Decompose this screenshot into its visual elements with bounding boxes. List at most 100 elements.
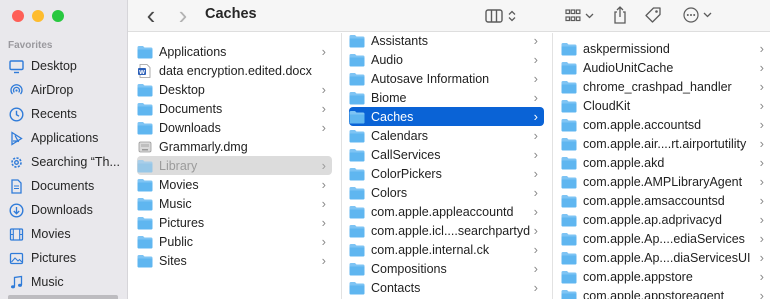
sidebar-item-airdrop[interactable]: AirDrop [0, 78, 127, 102]
item-label: Documents [159, 101, 223, 116]
folder-row[interactable]: com.apple.internal.ck › [349, 240, 544, 259]
folder-row[interactable]: Audio › [349, 50, 544, 69]
folder-row[interactable]: Pictures › [137, 213, 332, 232]
folder-icon [349, 91, 365, 105]
folder-row[interactable]: com.apple.ap.adprivacyd › [561, 210, 770, 229]
folder-row[interactable]: Contacts › [349, 278, 544, 297]
folder-icon [561, 61, 577, 75]
folder-row[interactable]: Library › [137, 156, 332, 175]
item-label: Desktop [159, 82, 205, 97]
sidebar-scroll-indicator[interactable] [8, 295, 118, 299]
share-button[interactable] [610, 5, 630, 25]
zoom-window-button[interactable] [52, 10, 64, 22]
folder-row[interactable]: com.apple.Ap....ediaServices › [561, 229, 770, 248]
folder-icon [137, 83, 153, 97]
folder-row[interactable]: Downloads › [137, 118, 332, 137]
folder-row[interactable]: AudioUnitCache › [561, 58, 770, 77]
sidebar-item-pictures[interactable]: Pictures [0, 246, 127, 270]
folder-row[interactable]: com.apple.icl....searchpartyd › [349, 221, 544, 240]
ellipsis-circle-icon [682, 7, 699, 23]
folder-row[interactable]: ColorPickers › [349, 164, 544, 183]
forward-button[interactable]: › [172, 2, 194, 28]
tags-button[interactable] [642, 5, 664, 25]
chevron-right-icon: › [321, 196, 326, 211]
folder-row[interactable]: com.apple.appleaccountd › [349, 202, 544, 221]
folder-icon [137, 102, 153, 116]
folder-row[interactable]: Movies › [137, 175, 332, 194]
item-label: com.apple.Ap....diaServicesUI [583, 250, 751, 265]
close-window-button[interactable] [12, 10, 24, 22]
folder-row[interactable]: chrome_crashpad_handler › [561, 77, 770, 96]
group-by-button[interactable] [562, 7, 596, 25]
folder-row[interactable]: Documents › [137, 99, 332, 118]
folder-row[interactable]: CallServices › [349, 145, 544, 164]
sidebar-item-music[interactable]: Music [0, 270, 127, 294]
folder-row[interactable]: Colors › [349, 183, 544, 202]
folder-row[interactable]: Compositions › [349, 259, 544, 278]
folder-row[interactable]: Caches › [349, 107, 544, 126]
item-label: Biome [371, 90, 407, 105]
column-divider[interactable] [341, 33, 342, 299]
sidebar-item-movies[interactable]: Movies [0, 222, 127, 246]
chevron-down-icon [703, 12, 711, 18]
sidebar-item-recents[interactable]: Recents [0, 102, 127, 126]
folder-icon [349, 224, 365, 238]
item-label: Applications [159, 44, 227, 59]
folder-row[interactable]: com.apple.akd › [561, 153, 770, 172]
folder-row[interactable]: com.apple.AMPLibraryAgent › [561, 172, 770, 191]
grid-icon [564, 9, 580, 22]
folder-icon [137, 178, 153, 192]
file-row[interactable]: Wdata encryption.edited.docx [137, 61, 332, 80]
folder-row[interactable]: Desktop › [137, 80, 332, 99]
folder-row[interactable]: Music › [137, 194, 332, 213]
chevron-right-icon: › [759, 60, 764, 75]
sidebar-item-searching-th[interactable]: Searching “Th... [0, 150, 127, 174]
applications-icon [9, 130, 24, 146]
sidebar-item-label: Music [31, 275, 64, 289]
folder-row[interactable]: Sites › [137, 251, 332, 270]
chevron-right-icon: › [533, 33, 538, 48]
minimize-window-button[interactable] [32, 10, 44, 22]
folder-row[interactable]: com.apple.accountsd › [561, 115, 770, 134]
folder-icon [561, 175, 577, 189]
folder-row[interactable]: CloudKit › [561, 96, 770, 115]
sidebar-item-downloads[interactable]: Downloads [0, 198, 127, 222]
folder-row[interactable]: Assistants › [349, 31, 544, 50]
item-label: com.apple.appstoreagent [583, 288, 725, 299]
folder-row[interactable]: com.apple.air....rt.airportutility › [561, 134, 770, 153]
folder-icon [349, 205, 365, 219]
file-row[interactable]: Grammarly.dmg [137, 137, 332, 156]
chevron-right-icon: › [533, 147, 538, 162]
column-library[interactable]: Assistants › Audio › Autosave Information › Bi… [349, 31, 544, 299]
film-icon [9, 227, 24, 242]
folder-icon [561, 194, 577, 208]
folder-icon [137, 197, 153, 211]
folder-icon [561, 118, 577, 132]
folder-row[interactable]: Public › [137, 232, 332, 251]
folder-row[interactable]: askpermissiond › [561, 39, 770, 58]
folder-row[interactable]: Calendars › [349, 126, 544, 145]
chevron-right-icon: › [759, 212, 764, 227]
view-mode-button[interactable] [482, 7, 518, 25]
folder-row[interactable]: com.apple.appstoreagent › [561, 286, 770, 299]
folder-row[interactable]: com.apple.Ap....diaServicesUI › [561, 248, 770, 267]
item-label: com.apple.icl....searchpartyd [371, 223, 531, 238]
sidebar-item-documents[interactable]: Documents [0, 174, 127, 198]
column-home[interactable]: Applications › Wdata encryption.edited.doc… [137, 33, 332, 299]
folder-icon [349, 53, 365, 67]
sidebar-item-applications[interactable]: Applications [0, 126, 127, 150]
sidebar-item-desktop[interactable]: Desktop [0, 54, 127, 78]
column-caches[interactable]: askpermissiond › AudioUnitCache › chrome_cra… [561, 33, 770, 299]
window-title: Caches [205, 6, 257, 22]
folder-row[interactable]: Applications › [137, 42, 332, 61]
folder-row[interactable]: com.apple.appstore › [561, 267, 770, 286]
folder-icon [561, 251, 577, 265]
folder-row[interactable]: com.apple.amsaccountsd › [561, 191, 770, 210]
column-divider[interactable] [552, 33, 553, 299]
item-label: ColorPickers [371, 166, 442, 181]
back-button[interactable]: ‹ [140, 2, 162, 28]
folder-row[interactable]: Biome › [349, 88, 544, 107]
folder-row[interactable]: Autosave Information › [349, 69, 544, 88]
more-actions-button[interactable] [680, 6, 714, 24]
chevron-right-icon: › [321, 234, 326, 249]
